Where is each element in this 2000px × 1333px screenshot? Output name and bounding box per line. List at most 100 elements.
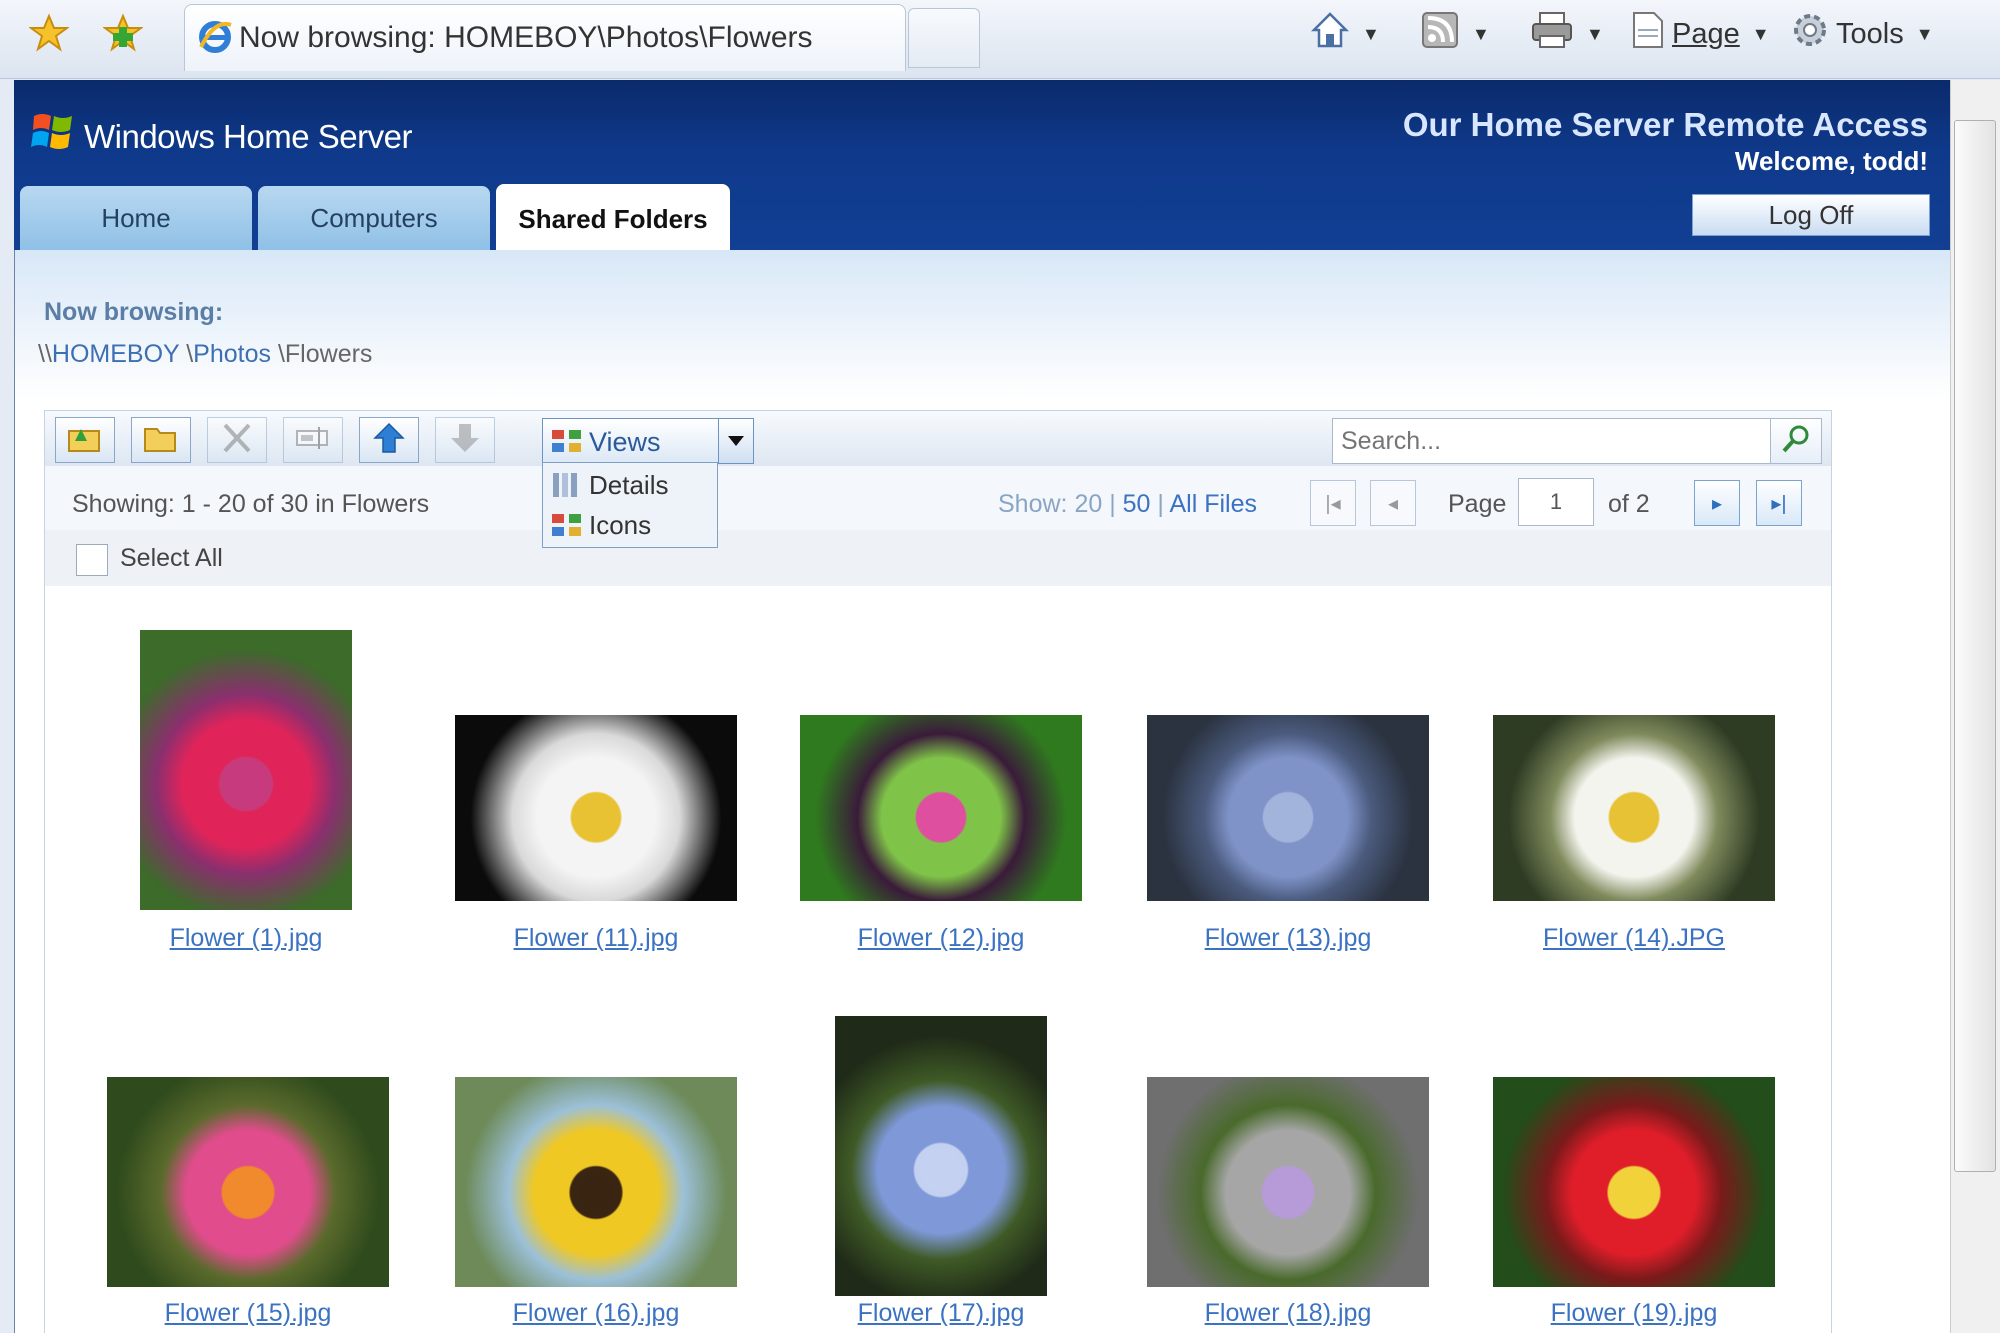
remote-access-title: Our Home Server Remote Access	[1402, 106, 1928, 143]
prev-page-button[interactable]: ◂	[1370, 480, 1416, 526]
browser-tab[interactable]: Now browsing: HOMEBOY\Photos\Flowers	[184, 4, 906, 71]
rename-icon	[293, 421, 333, 460]
views-dropdown[interactable]: Views	[542, 418, 754, 464]
photo-thumbnail[interactable]	[800, 715, 1082, 901]
select-all-checkbox[interactable]	[76, 544, 108, 576]
first-page-icon: |◂	[1325, 492, 1341, 515]
feeds-button[interactable]: ▼	[1420, 12, 1490, 56]
photo-thumbnail[interactable]	[455, 1077, 737, 1287]
views-menu-details-label: Details	[589, 469, 669, 500]
chevron-down-icon[interactable]: ▼	[1752, 24, 1770, 45]
download-button[interactable]	[435, 417, 495, 463]
page-number-input[interactable]	[1518, 478, 1594, 526]
search-box	[1332, 418, 1822, 464]
upload-button[interactable]	[55, 417, 115, 463]
breadcrumb-homeboy[interactable]: HOMEBOY	[52, 340, 179, 368]
content-header-gradient	[15, 250, 1950, 400]
photo-filename-link[interactable]: Flower (18).jpg	[1158, 1299, 1418, 1328]
new-folder-icon	[141, 421, 181, 460]
flower-center	[579, 1175, 613, 1210]
page-size-50[interactable]: 50	[1123, 490, 1151, 518]
page-menu-label: Page	[1672, 17, 1740, 50]
photo-filename-link[interactable]: Flower (17).jpg	[811, 1299, 1071, 1328]
photo-filename-link[interactable]: Flower (1).jpg	[116, 924, 376, 953]
search-input[interactable]	[1339, 423, 1763, 459]
tab-shared-folders[interactable]: Shared Folders	[496, 184, 730, 254]
photo-thumbnail[interactable]	[140, 630, 352, 910]
search-button[interactable]	[1770, 419, 1821, 463]
last-page-icon: ▸|	[1771, 492, 1787, 515]
new-tab-button[interactable]	[908, 8, 980, 68]
photo-filename-link[interactable]: Flower (13).jpg	[1158, 924, 1418, 953]
next-page-icon: ▸	[1711, 492, 1723, 515]
gear-icon	[1790, 10, 1830, 58]
views-menu-details[interactable]: Details	[543, 465, 717, 505]
page-size-all[interactable]: All Files	[1169, 490, 1257, 518]
breadcrumb-photos[interactable]: Photos	[193, 340, 271, 368]
rename-button[interactable]	[283, 417, 343, 463]
flower-center	[1617, 1175, 1651, 1210]
page-label: Page	[1448, 490, 1507, 518]
chevron-down-icon[interactable]	[718, 419, 753, 463]
flower-center	[581, 802, 611, 833]
select-all-label: Select All	[120, 544, 223, 572]
page-menu[interactable]: Page ▼	[1630, 12, 1770, 56]
icons-view-icon	[551, 513, 583, 544]
details-view-icon	[551, 471, 581, 506]
add-favorites-icon[interactable]	[100, 10, 146, 56]
photo-filename-link[interactable]: Flower (15).jpg	[118, 1299, 378, 1328]
now-browsing-label: Now browsing:	[44, 298, 224, 326]
photo-filename-link[interactable]: Flower (14).JPG	[1504, 924, 1764, 953]
upload-arrow-button[interactable]	[359, 417, 419, 463]
chevron-down-icon[interactable]: ▼	[1586, 24, 1604, 45]
breadcrumb-prefix: \\	[38, 340, 52, 368]
photo-thumbnail[interactable]	[107, 1077, 389, 1287]
delete-button[interactable]	[207, 417, 267, 463]
photo-filename-link[interactable]: Flower (16).jpg	[466, 1299, 726, 1328]
views-menu-icons[interactable]: Icons	[543, 505, 717, 545]
log-off-button[interactable]: Log Off	[1692, 194, 1930, 236]
chevron-down-icon[interactable]: ▼	[1916, 24, 1934, 45]
flower-center	[926, 802, 956, 833]
tab-computers[interactable]: Computers	[258, 186, 490, 250]
tab-home[interactable]: Home	[20, 186, 252, 250]
views-icon	[551, 429, 583, 458]
last-page-button[interactable]: ▸|	[1756, 480, 1802, 526]
photo-thumbnail[interactable]	[1147, 715, 1429, 901]
new-folder-button[interactable]	[131, 417, 191, 463]
page-icon	[1630, 10, 1666, 58]
next-page-button[interactable]: ▸	[1694, 480, 1740, 526]
breadcrumb: \\HOMEBOY \Photos \Flowers	[38, 340, 372, 369]
chevron-down-icon[interactable]: ▼	[1472, 24, 1490, 45]
photo-thumbnail[interactable]	[835, 1016, 1047, 1296]
photo-filename-link[interactable]: Flower (19).jpg	[1504, 1299, 1764, 1328]
search-icon	[1781, 424, 1811, 459]
home-icon	[1310, 10, 1350, 58]
scrollbar-thumb[interactable]	[1954, 120, 1996, 1172]
tools-menu[interactable]: Tools ▼	[1790, 12, 1934, 56]
photo-thumbnail[interactable]	[1147, 1077, 1429, 1287]
flower-center	[1273, 802, 1303, 833]
favorites-star-icon[interactable]	[26, 10, 72, 56]
photo-thumbnail[interactable]	[455, 715, 737, 901]
home-button[interactable]: ▼	[1310, 12, 1380, 56]
prev-page-icon: ◂	[1387, 492, 1399, 515]
print-button[interactable]: ▼	[1530, 12, 1604, 56]
photo-filename-link[interactable]: Flower (12).jpg	[811, 924, 1071, 953]
chevron-down-icon[interactable]: ▼	[1362, 24, 1380, 45]
arrow-down-icon	[445, 421, 485, 460]
delete-x-icon	[217, 421, 257, 460]
first-page-button[interactable]: |◂	[1310, 480, 1356, 526]
photo-thumbnail[interactable]	[1493, 1077, 1775, 1287]
photo-filename-link[interactable]: Flower (11).jpg	[466, 924, 726, 953]
photo-thumbnail[interactable]	[1493, 715, 1775, 901]
arrow-up-icon	[369, 421, 409, 460]
breadcrumb-flowers: Flowers	[284, 340, 373, 368]
browser-tab-title: Now browsing: HOMEBOY\Photos\Flowers	[239, 21, 813, 54]
rss-feed-icon	[1420, 10, 1460, 58]
breadcrumb-separator: \	[277, 340, 285, 368]
page-size-20: 20	[1074, 490, 1103, 518]
whs-brand-title: Windows Home Server	[84, 118, 412, 155]
tools-menu-label: Tools	[1836, 17, 1904, 50]
browser-toolbar: Now browsing: HOMEBOY\Photos\Flowers ▼ ▼…	[0, 0, 2000, 79]
